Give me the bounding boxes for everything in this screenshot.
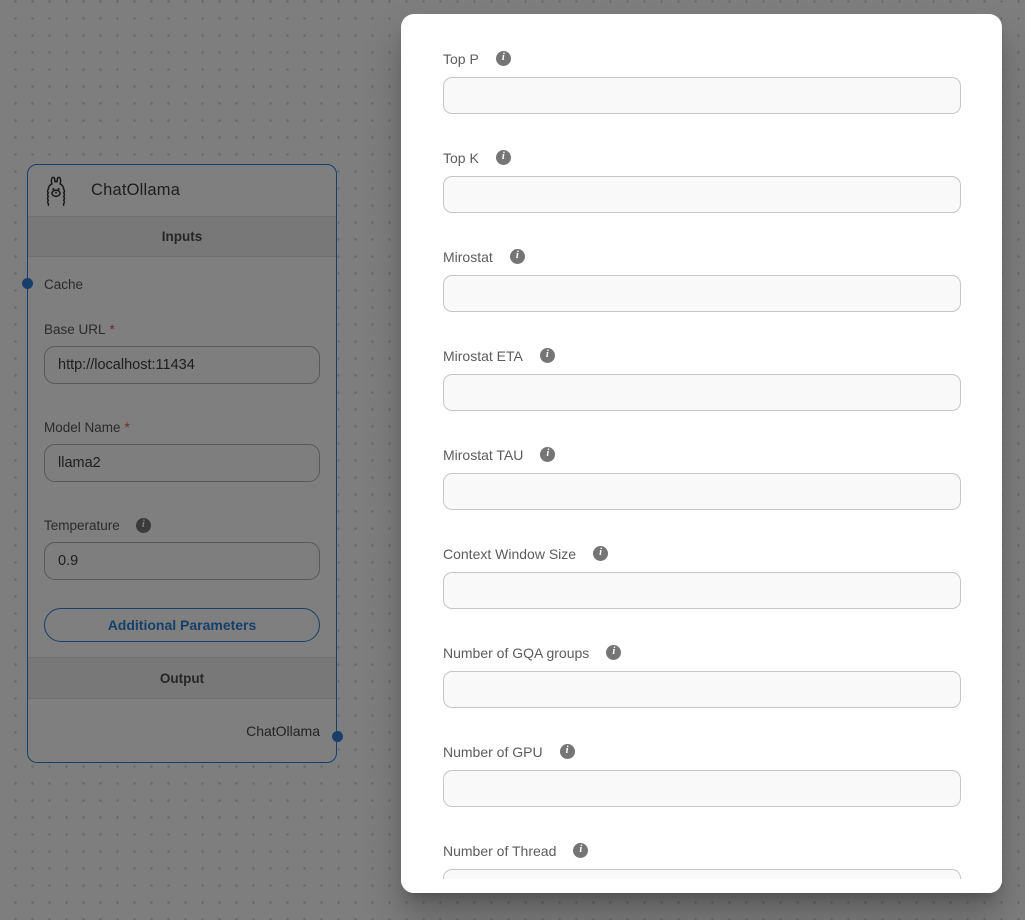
additional-parameters-modal: Top P i Top K i Mirostat i Mirostat ETA … — [401, 14, 1002, 893]
context-window-size-label: Context Window Size — [443, 545, 577, 562]
mirostat-tau-input[interactable] — [443, 473, 961, 510]
top-p-label: Top P — [443, 50, 479, 67]
top-p-field: Top P i — [443, 49, 962, 114]
number-of-gqa-groups-field: Number of GQA groups i — [443, 643, 962, 708]
number-of-gqa-groups-label: Number of GQA groups — [443, 644, 590, 661]
mirostat-eta-input[interactable] — [443, 374, 961, 411]
info-icon[interactable]: i — [559, 744, 575, 759]
mirostat-label: Mirostat — [443, 248, 493, 265]
top-k-field: Top K i — [443, 148, 962, 213]
top-p-input[interactable] — [443, 77, 961, 114]
number-of-gpu-input[interactable] — [443, 770, 961, 807]
number-of-gqa-groups-input[interactable] — [443, 671, 961, 708]
mirostat-eta-field: Mirostat ETA i — [443, 346, 962, 411]
top-k-input[interactable] — [443, 176, 961, 213]
context-window-size-field: Context Window Size i — [443, 544, 962, 609]
mirostat-eta-label: Mirostat ETA — [443, 347, 523, 364]
mirostat-tau-field: Mirostat TAU i — [443, 445, 962, 510]
top-k-label: Top K — [443, 149, 479, 166]
info-icon[interactable]: i — [509, 249, 525, 264]
mirostat-field: Mirostat i — [443, 247, 962, 312]
info-icon[interactable]: i — [539, 348, 555, 363]
context-window-size-input[interactable] — [443, 572, 961, 609]
info-icon[interactable]: i — [495, 51, 511, 66]
modal-bottom-padding — [401, 879, 1002, 893]
number-of-gpu-field: Number of GPU i — [443, 742, 962, 807]
info-icon[interactable]: i — [593, 546, 609, 561]
info-icon[interactable]: i — [495, 150, 511, 165]
mirostat-input[interactable] — [443, 275, 961, 312]
info-icon[interactable]: i — [606, 645, 622, 660]
number-of-gpu-label: Number of GPU — [443, 743, 543, 760]
info-icon[interactable]: i — [540, 447, 556, 462]
mirostat-tau-label: Mirostat TAU — [443, 446, 524, 463]
modal-content: Top P i Top K i Mirostat i Mirostat ETA … — [401, 14, 1002, 893]
number-of-thread-label: Number of Thread — [443, 842, 557, 859]
info-icon[interactable]: i — [573, 843, 589, 858]
